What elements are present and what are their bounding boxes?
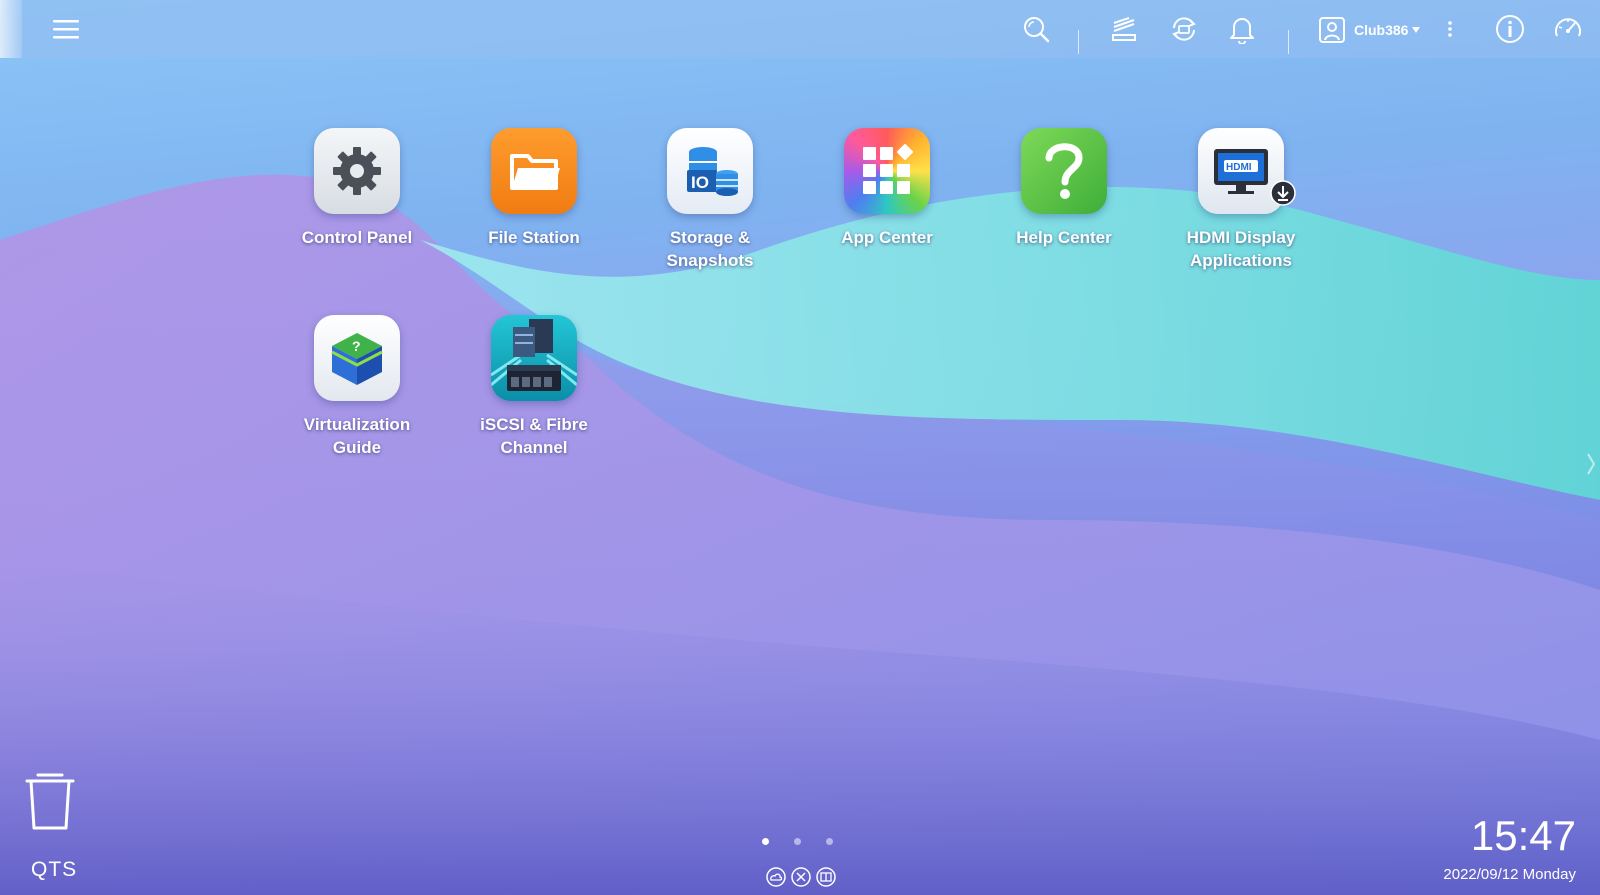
background-tasks-button[interactable] <box>1108 13 1140 45</box>
info-icon <box>1496 15 1524 43</box>
main-menu-button[interactable] <box>50 13 82 45</box>
control-panel-shortcut[interactable]: Control Panel <box>287 128 427 249</box>
server-icon <box>491 315 577 401</box>
top-taskbar: Club386 <box>0 0 1600 58</box>
app-label: Control Panel <box>301 228 413 247</box>
app-label: Virtualization Guide <box>303 415 411 457</box>
tools-button[interactable] <box>789 866 812 888</box>
virtualization-guide-shortcut[interactable]: ? Virtualization Guide <box>287 315 427 459</box>
stacked-tasks-icon <box>1112 17 1136 41</box>
more-options-button[interactable] <box>1442 13 1458 45</box>
page-dot[interactable] <box>826 838 833 845</box>
svg-text:HDMI: HDMI <box>1226 162 1252 173</box>
next-page-arrow-icon[interactable] <box>1586 452 1596 476</box>
vertical-dots-icon <box>1448 21 1452 37</box>
folder-icon <box>491 128 577 214</box>
clock-date: 2022/09/12 Monday <box>1443 866 1576 883</box>
tools-circle-icon <box>790 867 811 887</box>
app-center-shortcut[interactable]: App Center <box>817 128 957 249</box>
user-menu[interactable]: Club386 <box>1318 15 1421 45</box>
cloud-sync-button[interactable] <box>764 866 787 888</box>
system-info-button[interactable] <box>1494 13 1526 45</box>
app-label: App Center <box>841 228 933 247</box>
dashboard-button[interactable] <box>1552 13 1584 45</box>
taskbar-edge <box>0 0 22 58</box>
app-label: iSCSI & Fibre Channel <box>480 415 588 457</box>
search-button[interactable] <box>1020 13 1052 45</box>
app-grid-icon <box>844 128 930 214</box>
taskbar-separator <box>1288 30 1289 54</box>
app-label: Storage & Snapshots <box>666 228 754 270</box>
bell-icon <box>1230 18 1254 44</box>
notifications-button[interactable] <box>1226 13 1258 45</box>
bottom-toolbar <box>764 866 837 888</box>
sync-device-icon <box>1172 17 1196 41</box>
svg-text:IO: IO <box>691 173 709 192</box>
recycle-bin[interactable] <box>24 770 76 837</box>
app-label: File Station <box>488 228 580 247</box>
page-indicator <box>762 838 833 845</box>
gear-icon <box>314 128 400 214</box>
gauge-icon <box>1555 18 1581 37</box>
storage-icon: IO <box>667 128 753 214</box>
iscsi-fibre-channel-shortcut[interactable]: iSCSI & Fibre Channel <box>464 315 604 459</box>
clock-time: 15:47 <box>1470 812 1576 859</box>
svg-text:?: ? <box>352 338 361 354</box>
help-center-shortcut[interactable]: Help Center <box>994 128 1134 249</box>
user-icon <box>1319 17 1345 43</box>
manual-button[interactable] <box>814 866 837 888</box>
search-icon <box>1024 17 1050 43</box>
os-label: QTS <box>31 858 78 881</box>
cube-icon: ? <box>314 315 400 401</box>
app-label: Help Center <box>1016 228 1112 247</box>
desktop-wallpaper <box>0 174 1600 895</box>
hdmi-display-shortcut[interactable]: HDMI HDMI Display Applications <box>1171 128 1311 272</box>
page-dot[interactable] <box>762 838 769 845</box>
cloud-circle-icon <box>765 867 786 887</box>
user-name[interactable]: Club386 <box>1354 22 1408 38</box>
caret-down-icon <box>1412 27 1421 33</box>
question-icon <box>1021 128 1107 214</box>
hdmi-monitor-icon: HDMI <box>1198 128 1296 214</box>
external-device-button[interactable] <box>1168 13 1200 45</box>
file-station-shortcut[interactable]: File Station <box>464 128 604 249</box>
book-circle-icon <box>815 867 836 887</box>
storage-snapshots-shortcut[interactable]: IO Storage & Snapshots <box>640 128 780 272</box>
trash-icon <box>25 773 75 830</box>
page-dot[interactable] <box>794 838 801 845</box>
taskbar-separator <box>1078 30 1079 54</box>
app-label: HDMI Display Applications <box>1186 228 1296 270</box>
download-badge-icon <box>1270 180 1296 206</box>
hamburger-icon <box>53 20 79 39</box>
